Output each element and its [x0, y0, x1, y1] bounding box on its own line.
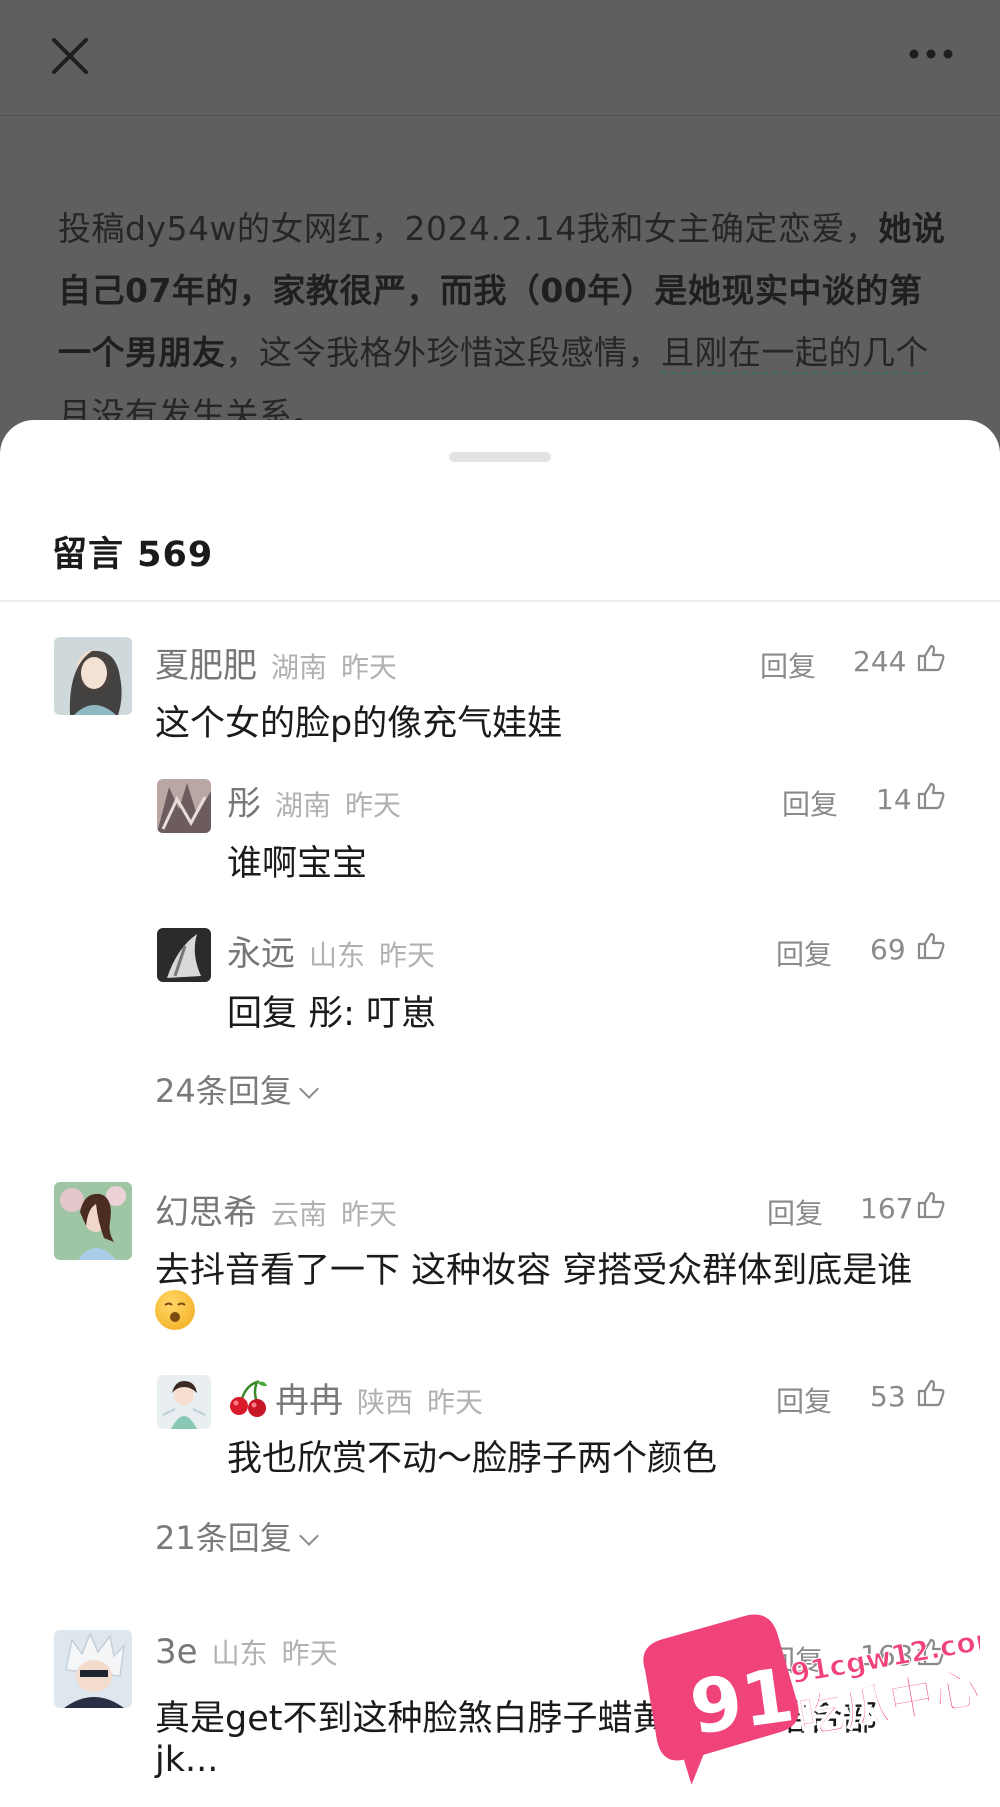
sheet-drag-handle[interactable]: [449, 452, 551, 462]
username[interactable]: 夏肥肥: [155, 646, 257, 686]
region: 陕西: [357, 1386, 414, 1419]
comment-meta: 幻思希 云南 昨天: [155, 1185, 397, 1234]
timestamp: 昨天: [345, 789, 402, 822]
reply-meta: 冉冉 陕西 昨天: [227, 1373, 483, 1422]
comment-text: 去抖音看了一下 这种妆容 穿搭受众群体到底是谁: [155, 1251, 913, 1291]
like-count: 14: [876, 783, 912, 816]
divider: [0, 600, 1000, 602]
reply-meta: 彤湖南 昨天: [227, 776, 401, 825]
username[interactable]: 彤: [227, 784, 261, 824]
expand-replies-label: 21条回复: [155, 1519, 292, 1557]
reply-text: 谁啊宝宝: [227, 844, 368, 884]
reply-text: 我也欣赏不动～脸脖子两个颜色: [227, 1439, 718, 1479]
chevron-down-icon: [298, 1079, 319, 1099]
avatar[interactable]: [54, 1630, 132, 1708]
more-icon[interactable]: [908, 46, 954, 62]
username[interactable]: 3e: [155, 1632, 198, 1672]
username[interactable]: 永远: [227, 934, 295, 974]
thumb-up-icon[interactable]: [916, 1190, 946, 1220]
region: 湖南: [271, 651, 328, 684]
timestamp: 昨天: [379, 939, 436, 972]
reply-button[interactable]: 回复: [776, 1380, 832, 1420]
reply-button[interactable]: 回复: [776, 933, 832, 973]
like-count: 69: [870, 933, 906, 966]
chevron-down-icon: [298, 1526, 319, 1546]
avatar[interactable]: [157, 1375, 211, 1429]
reply-button[interactable]: 回复: [782, 783, 838, 823]
avatar[interactable]: [157, 928, 211, 982]
watermark-number: 91: [685, 1652, 799, 1751]
timestamp: 昨天: [281, 1637, 338, 1670]
article-text: 投稿dy54w的女网红，2024.2.14我和女主确定恋爱，: [58, 209, 879, 248]
username[interactable]: 冉冉: [275, 1381, 343, 1421]
article-body: 投稿dy54w的女网红，2024.2.14我和女主确定恋爱，她说自己07年的，家…: [58, 198, 948, 446]
like-count: 53: [870, 1380, 906, 1413]
thumb-up-icon[interactable]: [916, 643, 946, 673]
thumb-up-icon[interactable]: [916, 931, 946, 961]
article-header: [0, 0, 1000, 116]
avatar[interactable]: [157, 779, 211, 833]
comments-title: 留言 569: [52, 535, 214, 575]
reply-button[interactable]: 回复: [767, 1192, 823, 1232]
expand-replies-label: 24条回复: [155, 1072, 292, 1110]
comment-meta: 夏肥肥 湖南 昨天: [155, 638, 397, 687]
thumb-up-icon[interactable]: [916, 1378, 946, 1408]
comment-text-line2: jk...: [155, 1740, 219, 1780]
avatar[interactable]: [54, 637, 132, 715]
article-underlined-text[interactable]: 且刚在一起的几个: [661, 333, 929, 374]
reply-text: 回复 彤: 叮崽: [227, 994, 437, 1034]
timestamp: 昨天: [427, 1386, 484, 1419]
expand-replies-button[interactable]: 21条回复: [155, 1513, 319, 1559]
timestamp: 昨天: [341, 651, 398, 684]
region: 云南: [271, 1198, 328, 1231]
reply-button[interactable]: 回复: [760, 645, 816, 685]
cherry-icon: [227, 1378, 271, 1418]
region: 湖南: [275, 789, 332, 822]
comment-meta: 3e 山东 昨天: [155, 1632, 338, 1672]
like-count: 244: [853, 645, 907, 678]
emoji-icon: [155, 1290, 195, 1339]
like-count: 167: [860, 1192, 914, 1225]
close-icon[interactable]: [48, 34, 92, 78]
article-text-2: ，这令我格外珍惜这段感情，: [225, 333, 661, 372]
username[interactable]: 幻思希: [155, 1193, 257, 1233]
region: 山东: [309, 939, 366, 972]
timestamp: 昨天: [341, 1198, 398, 1231]
region: 山东: [211, 1637, 268, 1670]
thumb-up-icon[interactable]: [916, 781, 946, 811]
comment-text: 这个女的脸p的像充气娃娃: [155, 704, 563, 744]
avatar[interactable]: [54, 1182, 132, 1260]
expand-replies-button[interactable]: 24条回复: [155, 1066, 319, 1112]
watermark-logo: 91 91cgw12.com 吃瓜中心: [640, 1580, 1000, 1790]
reply-meta: 永远 山东 昨天: [227, 926, 435, 975]
